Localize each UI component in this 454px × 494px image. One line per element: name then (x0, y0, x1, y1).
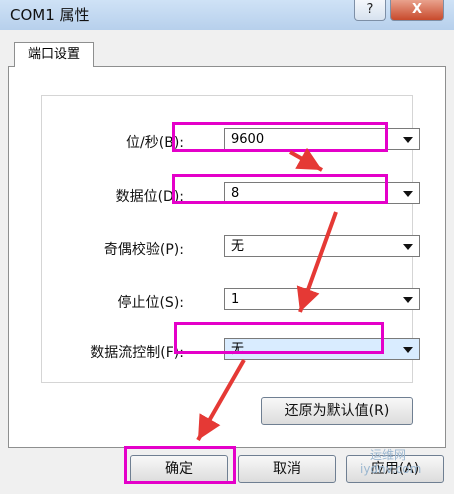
highlight-flow-control (174, 322, 384, 354)
parity-value: 无 (231, 239, 245, 254)
chevron-down-icon (403, 137, 413, 143)
watermark-text2: iydnv.com (360, 462, 422, 476)
highlight-ok-button (124, 446, 236, 484)
highlight-baud-rate (172, 122, 388, 152)
restore-defaults-button[interactable]: 还原为默认值(R) (261, 397, 413, 425)
stop-bits-select[interactable]: 1 (224, 288, 420, 310)
cancel-button[interactable]: 取消 (238, 455, 336, 483)
chevron-down-icon (403, 191, 413, 197)
data-bits-label: 数据位(D): (115, 189, 184, 205)
chevron-down-icon (403, 297, 413, 303)
close-button[interactable]: X (390, 0, 444, 21)
title-bar: COM1 属性 ? X (0, 0, 454, 31)
stop-bits-value: 1 (231, 292, 240, 307)
chevron-down-icon (403, 244, 413, 250)
highlight-data-bits (172, 174, 388, 204)
stop-bits-label: 停止位(S): (117, 295, 184, 311)
parity-label: 奇偶校验(P): (103, 242, 184, 258)
dialog-body: 端口设置 位/秒(B): 9600 数据位(D): 8 奇偶校验(P): 无 停… (0, 30, 454, 494)
watermark-text1: 运维网 (370, 448, 407, 462)
chevron-down-icon (403, 347, 413, 353)
baud-rate-label: 位/秒(B): (126, 135, 184, 151)
flow-control-label: 数据流控制(F): (90, 345, 184, 361)
tab-port-settings[interactable]: 端口设置 (14, 42, 94, 67)
window-title: COM1 属性 (10, 6, 90, 24)
parity-select[interactable]: 无 (224, 235, 420, 257)
help-button[interactable]: ? (354, 0, 386, 21)
